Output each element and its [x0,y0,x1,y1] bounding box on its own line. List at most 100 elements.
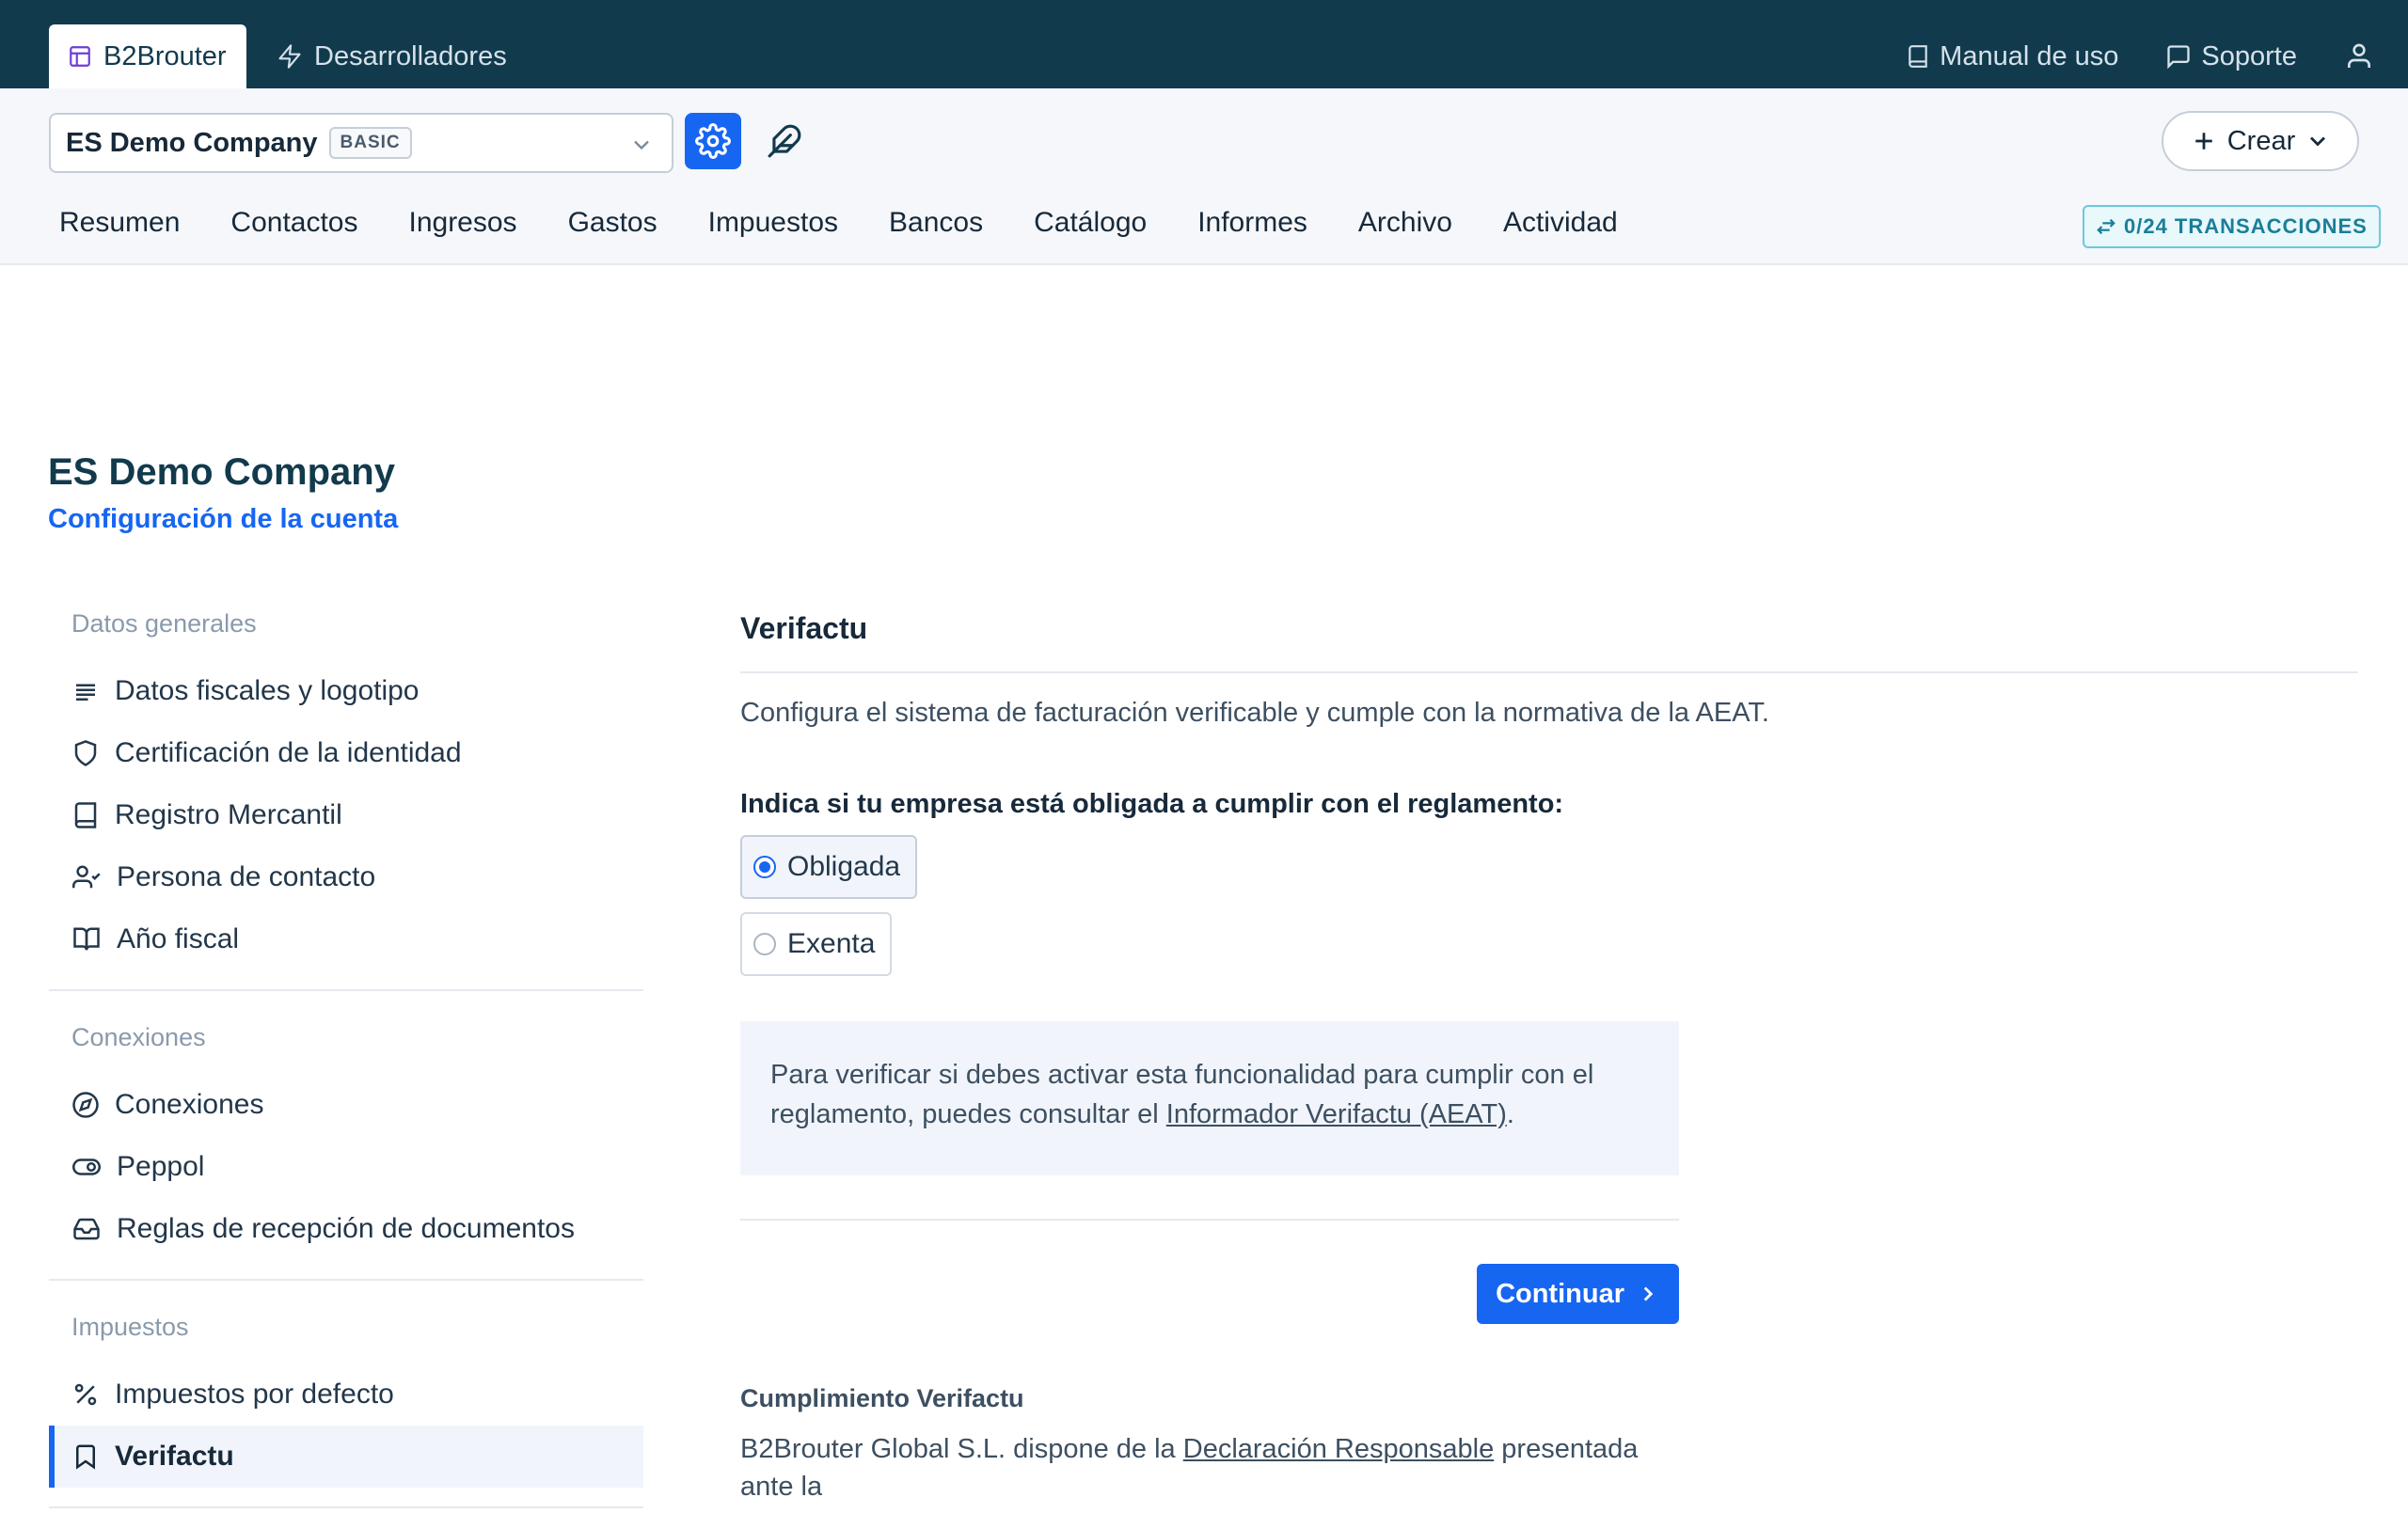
app-tab-b2brouter[interactable]: B2Brouter [49,24,246,88]
developers-tab[interactable]: Desarrolladores [277,34,507,79]
continue-button[interactable]: Continuar [1477,1264,1679,1324]
sidebar-item-impuestos-defecto[interactable]: Impuestos por defecto [49,1363,643,1426]
obligation-radio-group: Obligada Exenta [740,820,2358,976]
sidebar-item-peppol[interactable]: Peppol [49,1136,643,1198]
app-tab-label: B2Brouter [103,40,227,71]
manual-link[interactable]: Manual de uso [1906,41,2118,72]
compliance-text: B2Brouter Global S.L. dispone de la Decl… [740,1430,1681,1505]
nav-actividad[interactable]: Actividad [1478,207,1643,239]
manual-link-label: Manual de uso [1940,40,2119,71]
sidebar-item-label: Peppol [117,1151,205,1182]
book-open-icon [71,925,102,954]
compliance-title: Cumplimiento Verifactu [740,1384,1024,1412]
nav-bancos[interactable]: Bancos [863,207,1008,239]
arrows-exchange-icon [2096,216,2116,237]
radio-button-checked[interactable] [753,856,776,878]
nav-contactos[interactable]: Contactos [205,207,383,239]
company-name: ES Demo Company [66,127,318,158]
company-selector[interactable]: ES Demo Company BASIC [49,113,673,173]
nav-catalogo[interactable]: Catálogo [1008,207,1172,239]
info-box: Para verificar si debes activar esta fun… [740,1021,1679,1175]
support-link-label: Soporte [2201,40,2297,71]
chevron-right-icon [1636,1281,1660,1307]
percent-icon [71,1380,100,1409]
info-text-end: . [1506,1099,1514,1129]
sidebar-divider [49,1279,643,1281]
section-title: Verifactu [740,602,2358,673]
chevron-down-icon [628,132,655,158]
sidebar-item-conexiones[interactable]: Conexiones [49,1074,643,1136]
user-check-icon [71,863,102,891]
sidebar-item-label: Certificación de la identidad [115,737,462,768]
declaracion-responsable-link[interactable]: Declaración Responsable [1183,1434,1494,1464]
settings-button[interactable] [685,113,741,169]
verifactu-panel: Verifactu Configura el sistema de factur… [740,602,2358,1505]
bookmark-icon [71,1442,100,1471]
sidebar-item-verifactu[interactable]: Verifactu [49,1426,643,1488]
chevron-down-icon [2305,128,2331,154]
radio-obligada[interactable]: Obligada [740,835,918,899]
plan-badge: BASIC [328,127,412,159]
sidebar-item-ano-fiscal[interactable]: Año fiscal [49,908,643,970]
sidebar-item-registro-mercantil[interactable]: Registro Mercantil [49,784,643,846]
nav-ingresos[interactable]: Ingresos [383,207,542,239]
lightning-icon [277,43,303,70]
sidebar-item-label: Registro Mercantil [115,799,342,830]
main-nav: Resumen Contactos Ingresos Gastos Impues… [34,207,1643,239]
sidebar-group-title: Conexiones [71,1023,206,1051]
radio-label: Exenta [787,928,876,959]
page-title: ES Demo Company [48,451,395,493]
radio-exenta[interactable]: Exenta [740,912,893,976]
sidebar-item-label: Verifactu [115,1441,234,1472]
informador-verifactu-link[interactable]: Informador Verifactu (AEAT) [1166,1099,1507,1129]
transactions-badge[interactable]: 0/24 TRANSACCIONES [2083,205,2381,248]
sidebar-item-datos-fiscales[interactable]: Datos fiscales y logotipo [49,660,643,722]
sidebar-item-label: Impuestos por defecto [115,1379,394,1410]
section-description: Configura el sistema de facturación veri… [740,698,1769,728]
radio-button-unchecked[interactable] [753,933,776,955]
nav-resumen[interactable]: Resumen [34,207,205,239]
book-icon [1906,43,1930,70]
layout-icon [68,44,92,69]
message-icon [2165,43,2192,70]
sidebar-item-label: Persona de contacto [117,861,376,892]
user-menu-button[interactable] [2344,40,2374,72]
nav-impuestos[interactable]: Impuestos [683,207,863,239]
sidebar-item-label: Reglas de recepción de documentos [117,1213,575,1244]
inbox-icon [71,1215,102,1243]
sidebar-item-label: Año fiscal [117,923,240,954]
sidebar-item-reglas-recepcion[interactable]: Reglas de recepción de documentos [49,1198,643,1260]
shield-icon [71,739,100,767]
compass-icon [71,1091,100,1119]
create-button[interactable]: Crear [2162,111,2359,171]
nav-gastos[interactable]: Gastos [543,207,683,239]
feather-icon [767,123,802,159]
transactions-count: 0/24 TRANSACCIONES [2124,214,2368,238]
company-bar: ES Demo Company BASIC Crear Resumen Cont… [0,88,2408,265]
nav-informes[interactable]: Informes [1172,207,1333,239]
obligation-question: Indica si tu empresa está obligada a cum… [740,789,1564,819]
support-link[interactable]: Soporte [2165,41,2297,72]
sidebar-divider [49,989,643,991]
developers-tab-label: Desarrolladores [314,40,507,71]
settings-sidebar: Datos generales Datos fiscales y logotip… [49,598,643,1529]
nav-archivo[interactable]: Archivo [1333,207,1478,239]
top-bar: B2Brouter Desarrolladores Manual de uso … [0,0,2408,88]
feather-button[interactable] [758,115,811,167]
sidebar-group-title: Impuestos [71,1313,189,1341]
sidebar-item-certificacion[interactable]: Certificación de la identidad [49,722,643,784]
divider [740,1219,1679,1221]
compliance-text-start: B2Brouter Global S.L. dispone de la [740,1434,1183,1464]
plus-icon [2190,127,2218,155]
radio-label: Obligada [787,851,901,882]
gear-icon [695,123,731,159]
sidebar-group-title: Datos generales [71,609,257,638]
align-left-icon [71,677,100,705]
continue-button-label: Continuar [1496,1278,1624,1309]
sidebar-item-persona-contacto[interactable]: Persona de contacto [49,846,643,908]
page-subtitle: Configuración de la cuenta [48,504,399,534]
sidebar-item-label: Conexiones [115,1089,264,1120]
user-icon [2344,40,2374,72]
toggle-icon [71,1153,102,1181]
create-button-label: Crear [2226,125,2296,156]
